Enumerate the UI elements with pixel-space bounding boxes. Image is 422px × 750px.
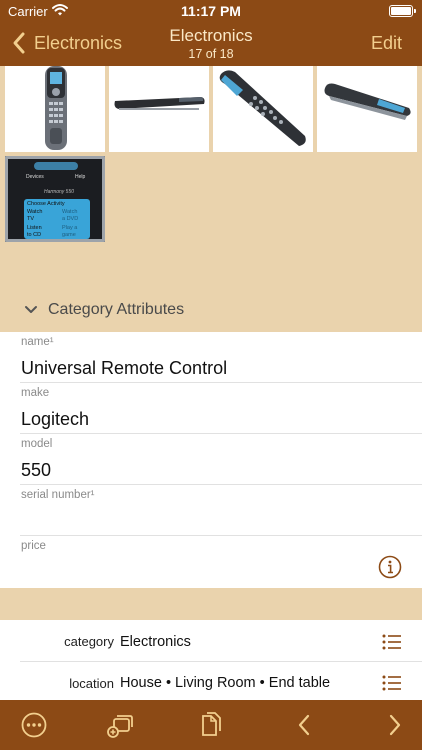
clock: 11:17 PM xyxy=(181,3,241,19)
next-icon[interactable] xyxy=(380,711,408,739)
info-icon[interactable] xyxy=(378,555,402,579)
disclosure-chevron-icon xyxy=(25,306,37,313)
remote-image xyxy=(45,66,67,150)
model-field[interactable]: model 550 xyxy=(20,434,422,485)
photo-thumbnail[interactable]: Devices Help Harmony 550 Choose Activity… xyxy=(5,156,105,242)
remote-button-label: Help xyxy=(75,174,86,180)
lcd-text: a DVD xyxy=(62,216,79,222)
navigation-bar: Electronics Electronics 17 of 18 Edit xyxy=(0,22,422,66)
field-key: serial number¹ xyxy=(21,489,95,501)
field-key: model xyxy=(21,438,53,450)
field-key: make xyxy=(21,387,50,399)
location-value: House • Living Room • End table xyxy=(120,675,331,691)
field-key: price xyxy=(21,540,46,552)
category-row[interactable]: category Electronics xyxy=(20,622,422,662)
remote-top-bar xyxy=(34,162,78,170)
duplicate-icon[interactable] xyxy=(197,711,225,739)
photo-thumbnail[interactable] xyxy=(213,66,313,152)
photo-thumbnail[interactable] xyxy=(317,66,417,152)
category-value: Electronics xyxy=(120,633,191,650)
status-bar: Carrier 11:17 PM xyxy=(0,0,422,22)
lcd-text: Choose Activity xyxy=(27,201,65,207)
photo-thumbnail[interactable] xyxy=(5,66,105,152)
record-position: 17 of 18 xyxy=(188,47,234,61)
bottom-toolbar xyxy=(0,700,422,750)
remote-image xyxy=(114,97,205,110)
list-icon[interactable] xyxy=(382,675,402,691)
attributes-list: name¹ Universal Remote Control make Logi… xyxy=(0,332,422,588)
title-text: Electronics xyxy=(169,26,253,45)
more-icon[interactable] xyxy=(20,711,48,739)
lcd-text: to CD xyxy=(27,232,42,238)
remote-lcd: Choose Activity Watch Watch TV a DVD Lis… xyxy=(24,199,90,239)
location-key: location xyxy=(69,675,114,691)
battery-icon xyxy=(389,5,416,17)
category-key: category xyxy=(64,634,114,649)
lcd-text: Watch xyxy=(27,209,43,215)
remote-image xyxy=(219,70,306,146)
make-field[interactable]: make Logitech xyxy=(20,383,422,434)
add-copy-icon[interactable] xyxy=(106,711,134,739)
lcd-text: Listen xyxy=(27,225,42,231)
lcd-text: game xyxy=(62,232,76,238)
category-attributes-header[interactable]: Category Attributes xyxy=(0,288,422,332)
remote-screen-image: Devices Help Harmony 550 Choose Activity… xyxy=(5,156,105,242)
previous-icon[interactable] xyxy=(291,711,319,739)
name-field[interactable]: name¹ Universal Remote Control xyxy=(20,332,422,383)
lcd-text: TV xyxy=(27,216,35,222)
location-row[interactable]: location House • Living Room • End table xyxy=(20,663,422,703)
serial-number-field[interactable]: serial number¹ xyxy=(20,485,422,536)
price-field[interactable]: price xyxy=(20,536,422,587)
section-title: Category Attributes xyxy=(48,301,185,318)
remote-button-label: Devices xyxy=(26,174,44,180)
remote-model-label: Harmony 550 xyxy=(44,189,75,195)
page-title: Electronics 17 of 18 xyxy=(0,26,422,61)
field-key: name¹ xyxy=(21,336,54,348)
item-meta: category Electronics location House • Li… xyxy=(0,620,422,700)
list-icon[interactable] xyxy=(382,634,402,650)
lcd-text: Play a xyxy=(62,225,78,231)
field-value: Logitech xyxy=(21,409,90,429)
photo-thumbnail[interactable] xyxy=(109,66,209,152)
edit-button[interactable]: Edit xyxy=(371,33,402,54)
field-value: 550 xyxy=(21,460,52,480)
remote-image xyxy=(324,83,411,120)
field-value: Universal Remote Control xyxy=(21,358,228,378)
lcd-text: Watch xyxy=(62,209,78,215)
